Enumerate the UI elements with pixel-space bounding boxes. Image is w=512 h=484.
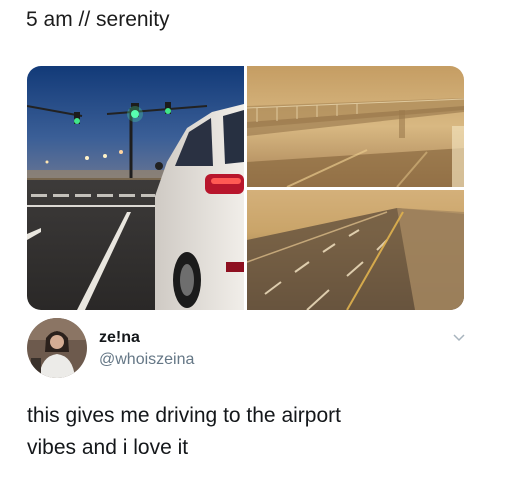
foggy-bridge-photo[interactable] [247,66,464,187]
tweet-text: this gives me driving to the airport vib… [27,400,477,464]
photo-grid[interactable] [27,66,464,310]
post-caption: 5 am // serenity [26,8,170,31]
tweet-text-line-2: vibes and i love it [27,436,189,459]
night-intersection-suv-photo[interactable] [27,66,244,310]
foggy-highway-photo[interactable] [247,190,464,310]
user-handle[interactable]: @whoiszeina [99,351,194,369]
display-name[interactable]: ze!na [99,329,140,347]
chevron-down-icon[interactable] [452,333,466,343]
tweet-text-line-1: this gives me driving to the airport [27,404,341,427]
avatar[interactable] [27,318,87,378]
